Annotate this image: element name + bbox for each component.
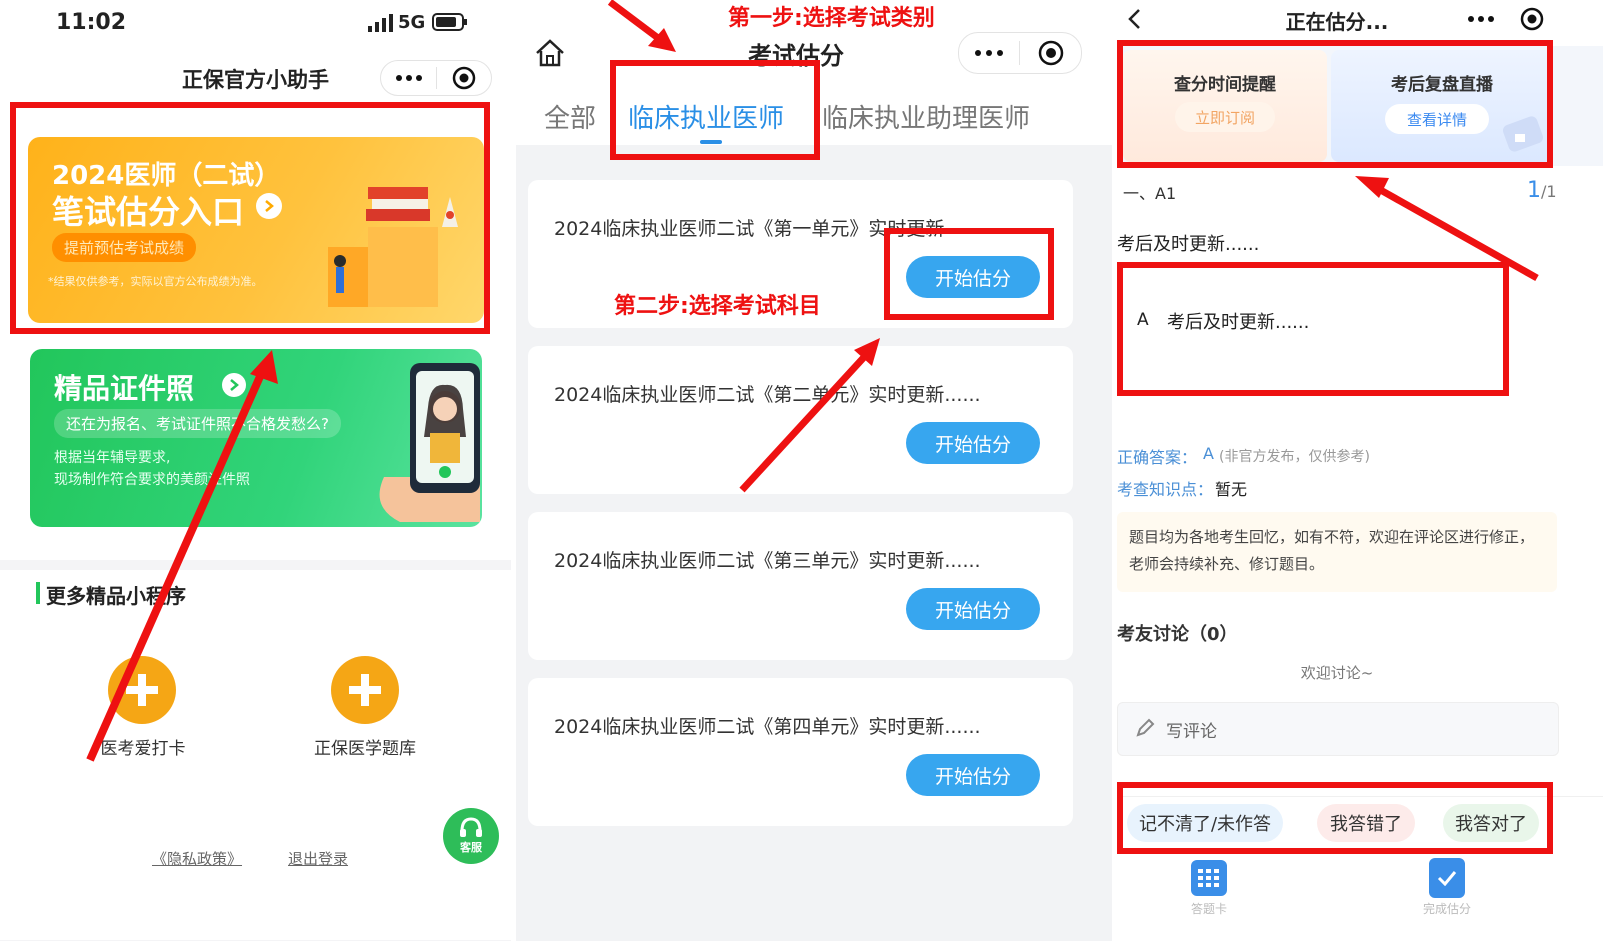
- estimating-screen: 正在估分... 查分时间提醒 立即订阅 考后复盘直播 查看详情 一、A1 1 /…: [1117, 0, 1603, 941]
- annotation-arrow: [607, 0, 880, 493]
- exam-estimate-list-screen: 考试估分 全部 临床执业医师 临床执业助理医师 2024临床执业医师二试《第一单…: [516, 0, 1112, 941]
- annotation-arrow: [86, 350, 278, 762]
- annotation-arrow: [1355, 176, 1539, 282]
- mini-program-home-screen: 11:02 5G 正保官方小助手 2024医师（二试） 笔试估分入口 提前预估考…: [0, 0, 511, 941]
